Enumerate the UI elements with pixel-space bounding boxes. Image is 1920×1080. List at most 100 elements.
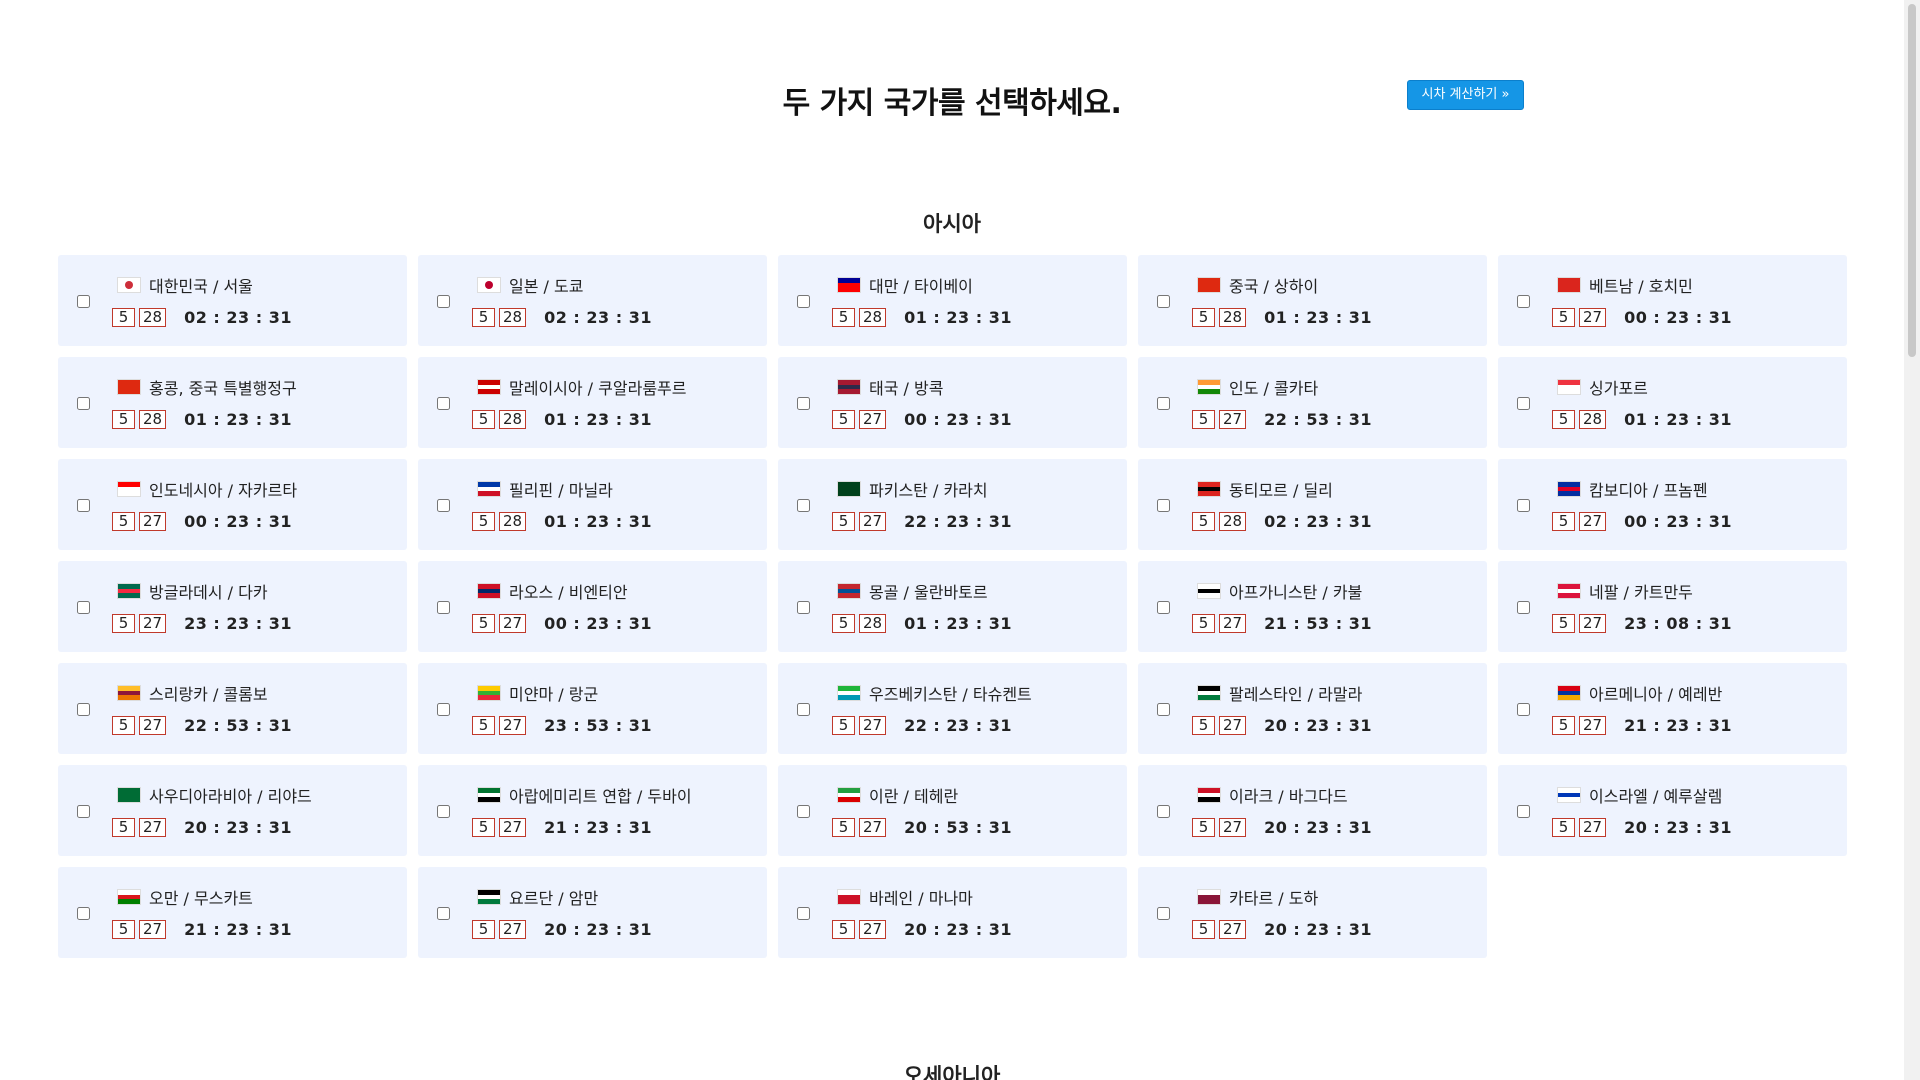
local-time: 02 : 23 : 31 [184, 307, 292, 327]
country-checkbox[interactable] [1517, 295, 1530, 308]
country-card[interactable]: 일본 / 도쿄 5 28 02 : 23 : 31 [418, 255, 767, 346]
month-box: 5 [1192, 613, 1215, 633]
country-card[interactable]: 우즈베키스탄 / 타슈켄트 5 27 22 : 23 : 31 [778, 663, 1127, 754]
country-card[interactable]: 태국 / 방콕 5 27 00 : 23 : 31 [778, 357, 1127, 448]
country-checkbox[interactable] [77, 703, 90, 716]
country-name-row: 방글라데시 / 다카 [117, 581, 268, 602]
country-checkbox[interactable] [1157, 295, 1170, 308]
country-card[interactable]: 이란 / 테헤란 5 27 20 : 53 : 31 [778, 765, 1127, 856]
country-card[interactable]: 인도 / 콜카타 5 27 22 : 53 : 31 [1138, 357, 1487, 448]
country-card[interactable]: 카타르 / 도하 5 27 20 : 23 : 31 [1138, 867, 1487, 958]
month-box: 5 [832, 307, 855, 327]
flag-icon [1557, 481, 1581, 497]
country-checkbox[interactable] [1157, 703, 1170, 716]
country-card[interactable]: 몽골 / 울란바토르 5 28 01 : 23 : 31 [778, 561, 1127, 652]
country-card[interactable]: 대한민국 / 서울 5 28 02 : 23 : 31 [58, 255, 407, 346]
flag-icon [1197, 277, 1221, 293]
country-checkbox[interactable] [437, 601, 450, 614]
country-card[interactable]: 아랍에미리트 연합 / 두바이 5 27 21 : 23 : 31 [418, 765, 767, 856]
country-checkbox[interactable] [797, 295, 810, 308]
country-checkbox[interactable] [437, 703, 450, 716]
country-checkbox[interactable] [77, 805, 90, 818]
country-checkbox[interactable] [77, 601, 90, 614]
country-city-label: 인도네시아 / 자카르타 [149, 481, 298, 500]
day-box: 27 [139, 715, 167, 735]
country-checkbox[interactable] [797, 601, 810, 614]
country-checkbox[interactable] [1517, 499, 1530, 512]
country-card[interactable]: 팔레스타인 / 라말라 5 27 20 : 23 : 31 [1138, 663, 1487, 754]
month-box: 5 [472, 409, 495, 429]
local-time: 22 : 53 : 31 [184, 715, 292, 735]
date-time-row: 5 27 20 : 23 : 31 [112, 817, 292, 837]
flag-icon [1557, 685, 1581, 701]
country-city-label: 바레인 / 마나마 [869, 889, 973, 908]
country-card[interactable]: 사우디아라비아 / 리야드 5 27 20 : 23 : 31 [58, 765, 407, 856]
country-checkbox[interactable] [437, 397, 450, 410]
country-checkbox[interactable] [797, 907, 810, 920]
country-city-label: 요르단 / 암만 [509, 889, 599, 908]
country-checkbox[interactable] [77, 295, 90, 308]
date-time-row: 5 27 21 : 53 : 31 [1192, 613, 1372, 633]
country-name-row: 인도 / 콜카타 [1197, 377, 1318, 398]
country-card[interactable]: 베트남 / 호치민 5 27 00 : 23 : 31 [1498, 255, 1847, 346]
country-checkbox[interactable] [797, 805, 810, 818]
country-card[interactable]: 파키스탄 / 카라치 5 27 22 : 23 : 31 [778, 459, 1127, 550]
country-checkbox[interactable] [437, 907, 450, 920]
country-checkbox[interactable] [797, 397, 810, 410]
country-card[interactable]: 오만 / 무스카트 5 27 21 : 23 : 31 [58, 867, 407, 958]
country-checkbox[interactable] [77, 397, 90, 410]
country-checkbox[interactable] [77, 907, 90, 920]
vertical-scrollbar[interactable] [1904, 0, 1920, 1080]
country-checkbox[interactable] [1517, 397, 1530, 410]
month-box: 5 [832, 715, 855, 735]
country-card[interactable]: 미얀마 / 랑군 5 27 23 : 53 : 31 [418, 663, 767, 754]
flag-icon [1557, 277, 1581, 293]
country-checkbox[interactable] [1157, 805, 1170, 818]
calculate-time-difference-button[interactable]: 시차 계산하기 » [1407, 80, 1524, 110]
scrollbar-thumb[interactable] [1908, 4, 1916, 357]
country-card[interactable]: 라오스 / 비엔티안 5 27 00 : 23 : 31 [418, 561, 767, 652]
date-time-row: 5 28 02 : 23 : 31 [1192, 511, 1372, 531]
country-card[interactable]: 인도네시아 / 자카르타 5 27 00 : 23 : 31 [58, 459, 407, 550]
country-card[interactable]: 요르단 / 암만 5 27 20 : 23 : 31 [418, 867, 767, 958]
country-card[interactable]: 스리랑카 / 콜롬보 5 27 22 : 53 : 31 [58, 663, 407, 754]
country-card[interactable]: 말레이시아 / 쿠알라룸푸르 5 28 01 : 23 : 31 [418, 357, 767, 448]
country-checkbox[interactable] [1517, 703, 1530, 716]
date-time-row: 5 27 21 : 23 : 31 [112, 919, 292, 939]
section-title-oceania: 오세아니아 [903, 1064, 1001, 1080]
page: 두 가지 국가를 선택하세요. 시차 계산하기 » 아시아 대한민국 / 서울 5… [0, 0, 1904, 1080]
country-checkbox[interactable] [1157, 601, 1170, 614]
country-card[interactable]: 대만 / 타이베이 5 28 01 : 23 : 31 [778, 255, 1127, 346]
country-checkbox[interactable] [1157, 907, 1170, 920]
country-checkbox[interactable] [437, 499, 450, 512]
country-city-label: 사우디아라비아 / 리야드 [149, 787, 312, 806]
country-card[interactable]: 홍콩, 중국 특별행정구 5 28 01 : 23 : 31 [58, 357, 407, 448]
country-card[interactable]: 바레인 / 마나마 5 27 20 : 23 : 31 [778, 867, 1127, 958]
country-checkbox[interactable] [1517, 601, 1530, 614]
country-checkbox[interactable] [77, 499, 90, 512]
country-card[interactable]: 방글라데시 / 다카 5 27 23 : 23 : 31 [58, 561, 407, 652]
country-card[interactable]: 이라크 / 바그다드 5 27 20 : 23 : 31 [1138, 765, 1487, 856]
country-card[interactable]: 아프가니스탄 / 카불 5 27 21 : 53 : 31 [1138, 561, 1487, 652]
country-checkbox[interactable] [437, 295, 450, 308]
month-box: 5 [472, 511, 495, 531]
day-box: 27 [859, 511, 887, 531]
country-card[interactable]: 아르메니아 / 예레반 5 27 21 : 23 : 31 [1498, 663, 1847, 754]
country-checkbox[interactable] [437, 805, 450, 818]
date-time-row: 5 27 20 : 53 : 31 [832, 817, 1012, 837]
month-box: 5 [112, 409, 135, 429]
country-city-label: 오만 / 무스카트 [149, 889, 253, 908]
country-checkbox[interactable] [797, 499, 810, 512]
country-card[interactable]: 중국 / 상하이 5 28 01 : 23 : 31 [1138, 255, 1487, 346]
flag-icon [477, 685, 501, 701]
country-card[interactable]: 이스라엘 / 예루살렘 5 27 20 : 23 : 31 [1498, 765, 1847, 856]
country-card[interactable]: 네팔 / 카트만두 5 27 23 : 08 : 31 [1498, 561, 1847, 652]
country-card[interactable]: 동티모르 / 딜리 5 28 02 : 23 : 31 [1138, 459, 1487, 550]
country-checkbox[interactable] [797, 703, 810, 716]
country-checkbox[interactable] [1517, 805, 1530, 818]
country-card[interactable]: 필리핀 / 마닐라 5 28 01 : 23 : 31 [418, 459, 767, 550]
country-checkbox[interactable] [1157, 397, 1170, 410]
country-card[interactable]: 캄보디아 / 프놈펜 5 27 00 : 23 : 31 [1498, 459, 1847, 550]
country-card[interactable]: 싱가포르 5 28 01 : 23 : 31 [1498, 357, 1847, 448]
country-checkbox[interactable] [1157, 499, 1170, 512]
